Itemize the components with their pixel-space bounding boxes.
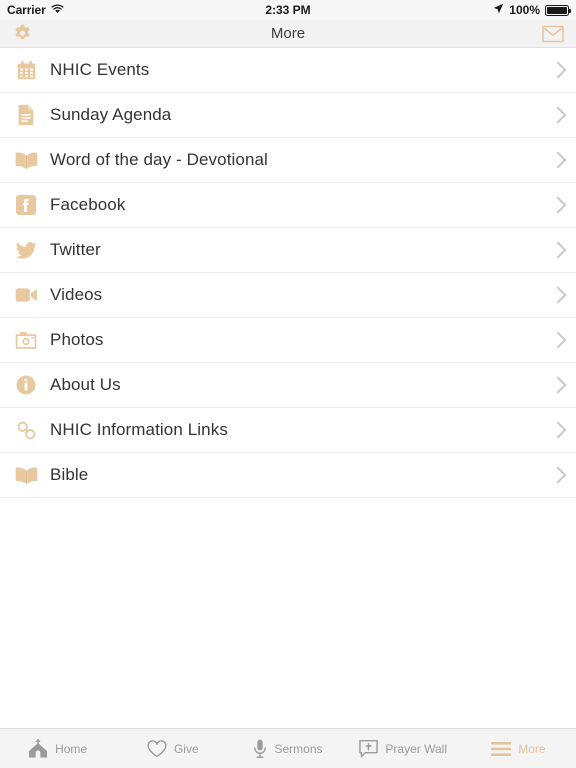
church-icon — [28, 739, 48, 758]
list-item-label: Word of the day - Devotional — [50, 150, 268, 169]
tab-sermons[interactable]: Sermons — [230, 729, 345, 768]
tab-prayer-wall[interactable]: Prayer Wall — [346, 729, 461, 768]
info-circle-icon — [13, 375, 39, 395]
location-arrow-icon — [493, 3, 504, 17]
twitter-bird-icon — [13, 241, 39, 260]
list-item-videos[interactable]: Videos — [0, 273, 576, 318]
list-item-twitter[interactable]: Twitter — [0, 228, 576, 273]
chevron-right-icon — [549, 421, 567, 439]
chevron-right-icon — [549, 151, 567, 169]
list-item-nhic-information-links[interactable]: NHIC Information Links — [0, 408, 576, 453]
list-item-label: Facebook — [50, 195, 126, 214]
chevron-right-icon — [549, 241, 567, 259]
facebook-icon — [13, 195, 39, 215]
status-bar-left: Carrier — [7, 3, 64, 17]
list-item-nhic-events[interactable]: NHIC Events — [0, 48, 576, 93]
status-bar-time: 2:33 PM — [265, 3, 311, 17]
list-item-label: Photos — [50, 330, 104, 349]
navigation-bar: More — [0, 20, 576, 48]
envelope-icon[interactable] — [542, 25, 564, 43]
carrier-label: Carrier — [7, 3, 46, 17]
tab-more[interactable]: More — [461, 729, 576, 768]
chevron-right-icon — [549, 106, 567, 124]
list-item-label: NHIC Information Links — [50, 420, 228, 439]
list-item-label: Sunday Agenda — [50, 105, 172, 124]
tab-label: Home — [55, 741, 88, 756]
chevron-right-icon — [549, 466, 567, 484]
list-item-label: NHIC Events — [50, 60, 150, 79]
list-item-sunday-agenda[interactable]: Sunday Agenda — [0, 93, 576, 138]
chevron-right-icon — [549, 286, 567, 304]
list-item-label: Twitter — [50, 240, 101, 259]
page-title: More — [270, 25, 306, 42]
list-item-about-us[interactable]: About Us — [0, 363, 576, 408]
calendar-icon — [13, 60, 39, 81]
tab-label: Give — [173, 741, 199, 756]
chevron-right-icon — [549, 196, 567, 214]
battery-percent-label: 100% — [509, 3, 540, 17]
link-chain-icon — [13, 420, 39, 441]
list-item-label: Videos — [50, 285, 103, 304]
heart-icon — [147, 739, 167, 758]
tab-bar: Home Give Sermons Prayer Wall More — [0, 728, 576, 768]
list-item-word-of-the-day[interactable]: Word of the day - Devotional — [0, 138, 576, 183]
chevron-right-icon — [549, 331, 567, 349]
chevron-right-icon — [549, 376, 567, 394]
status-bar: Carrier 2:33 PM 100% — [0, 0, 576, 20]
wifi-icon — [51, 3, 64, 17]
camera-icon — [13, 331, 39, 350]
app-screen: Carrier 2:33 PM 100% More NHIC Events Su… — [0, 0, 576, 768]
list-item-facebook[interactable]: Facebook — [0, 183, 576, 228]
list-item-photos[interactable]: Photos — [0, 318, 576, 363]
empty-area — [0, 498, 576, 728]
tab-home[interactable]: Home — [0, 729, 115, 768]
tab-label: Prayer Wall — [385, 741, 447, 756]
list-item-label: Bible — [50, 465, 89, 484]
video-camera-icon — [13, 287, 39, 303]
document-icon — [13, 104, 39, 126]
status-bar-right: 100% — [493, 3, 571, 17]
gear-icon[interactable] — [12, 23, 33, 44]
list-item-label: About Us — [50, 375, 121, 394]
hamburger-menu-icon — [491, 741, 512, 757]
speech-cross-icon — [359, 739, 379, 758]
tab-label: More — [518, 741, 546, 756]
chevron-right-icon — [549, 61, 567, 79]
menu-list: NHIC Events Sunday Agenda Word of the da… — [0, 48, 576, 498]
list-item-bible[interactable]: Bible — [0, 453, 576, 498]
tab-give[interactable]: Give — [115, 729, 230, 768]
open-book-icon — [13, 466, 39, 485]
battery-full-icon — [545, 4, 571, 16]
tab-label: Sermons — [274, 741, 323, 756]
microphone-icon — [253, 739, 267, 759]
open-book-icon — [13, 151, 39, 170]
